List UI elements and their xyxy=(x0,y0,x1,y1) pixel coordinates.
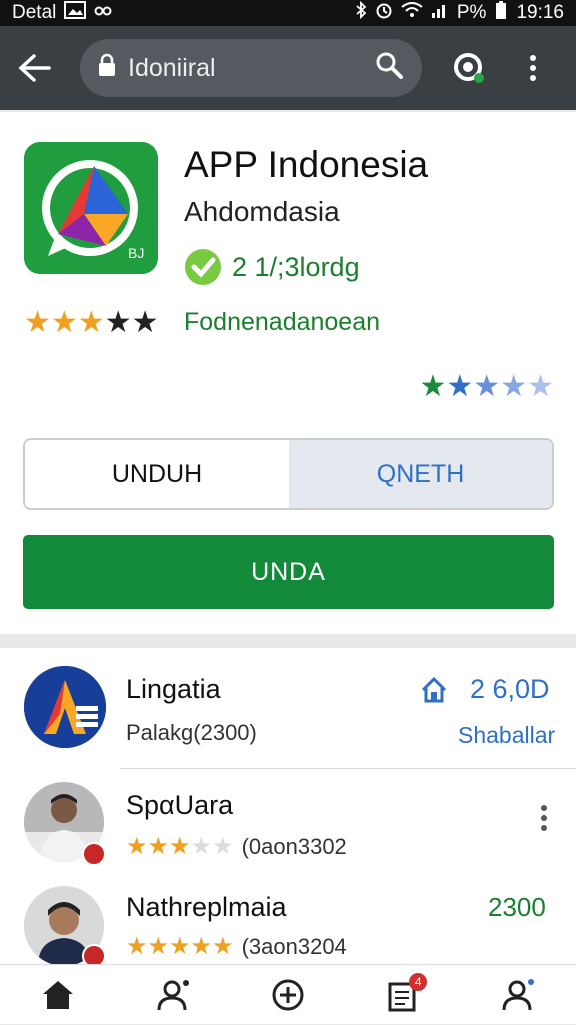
notification-badge xyxy=(82,842,106,866)
star-icon: ★ xyxy=(419,370,447,403)
star-icon: ★ xyxy=(24,306,51,339)
star-icon: ★ xyxy=(190,833,213,860)
gallery-icon xyxy=(64,1,87,25)
profile-status-button[interactable] xyxy=(448,47,490,89)
app-detail-card: BJ APP Indonesia Ahdomdasia 2 1/;3lordg … xyxy=(0,112,576,634)
profile-icon xyxy=(502,978,535,1010)
home-icon xyxy=(42,980,73,1009)
app-logo-icon: BJ xyxy=(42,160,144,261)
search-bar[interactable]: Idoniiral xyxy=(80,39,422,97)
arrow-left-icon xyxy=(18,54,51,82)
verified-row: 2 1/;3lordg xyxy=(184,248,360,286)
star-icon: ★ xyxy=(147,933,170,960)
review-count: (0aon3302 xyxy=(241,834,347,859)
rating-stars: ★ ★ ★ ★ ★ xyxy=(24,308,159,338)
more-vert-icon xyxy=(541,805,547,831)
bluetooth-icon xyxy=(355,0,367,25)
more-options-button[interactable] xyxy=(512,47,554,89)
battery-icon xyxy=(494,0,508,26)
letter-a-logo-icon xyxy=(24,666,106,748)
wifi-icon xyxy=(401,2,423,24)
status-bar: Detal P% 19:16 xyxy=(0,0,576,26)
star-icon: ★ xyxy=(104,306,132,339)
search-text: Idoniiral xyxy=(128,53,216,82)
back-button[interactable] xyxy=(14,47,56,89)
nav-add[interactable] xyxy=(258,965,318,1025)
list-item-title: SpαUara xyxy=(126,790,234,820)
action-segment: UNDUH QNETH xyxy=(23,438,554,510)
star-icon: ★ xyxy=(147,833,170,860)
list-item-rating: ★ ★ ★ ★ ★ (3aon3204 xyxy=(126,934,347,960)
more-vert-icon xyxy=(530,55,536,81)
app-logo xyxy=(24,666,106,748)
price-text: 2 6,0D xyxy=(470,674,550,704)
nav-home[interactable] xyxy=(28,965,88,1025)
voicemail-icon xyxy=(94,2,112,24)
star-icon: ★ xyxy=(169,933,191,960)
account-circle-icon xyxy=(454,53,484,83)
star-icon: ★ xyxy=(190,933,213,960)
star-icon: ★ xyxy=(77,306,105,339)
star-icon: ★ xyxy=(126,833,148,860)
list-item-title: Nathreplmaia xyxy=(126,892,287,922)
home-icon xyxy=(420,676,448,709)
add-circle-icon xyxy=(272,979,304,1010)
status-label: Detal xyxy=(12,2,57,23)
oneth-button[interactable]: QNETH xyxy=(289,440,552,508)
star-icon: ★ xyxy=(131,306,159,339)
star-icon: ★ xyxy=(500,370,528,403)
nav-account[interactable] xyxy=(143,965,203,1025)
verified-text: 2 1/;3lordg xyxy=(232,251,360,282)
app-icon[interactable]: BJ xyxy=(24,142,158,274)
item-value: 2300 xyxy=(488,892,546,922)
star-icon: ★ xyxy=(446,370,474,403)
app-title: APP Indonesia xyxy=(184,144,429,185)
review-count: (3aon3204 xyxy=(241,934,347,959)
top-toolbar: Idoniiral xyxy=(0,26,576,110)
search-icon[interactable] xyxy=(374,50,404,87)
star-icon: ★ xyxy=(212,833,234,860)
divider xyxy=(120,768,576,769)
clock: 19:16 xyxy=(516,2,564,23)
star-icon: ★ xyxy=(169,833,191,860)
unduh-button[interactable]: UNDUH xyxy=(25,440,289,508)
star-icon: ★ xyxy=(126,933,148,960)
verified-check-icon xyxy=(185,249,221,285)
item-more-button[interactable] xyxy=(538,802,550,839)
alarm-icon xyxy=(375,1,393,25)
rating-stars-secondary: ★ ★ ★ ★ ★ xyxy=(419,372,554,402)
nav-profile[interactable] xyxy=(488,965,548,1025)
install-button[interactable]: UNDA xyxy=(23,535,554,609)
svg-text:BJ: BJ xyxy=(128,245,144,261)
nav-library[interactable]: 4 xyxy=(373,965,433,1025)
list-item-title: Lingatia xyxy=(126,674,221,704)
list-item[interactable]: Lingatia Palakg(2300) 2 6,0D Shaballar xyxy=(0,648,576,768)
developer-name[interactable]: Ahdomdasia xyxy=(184,196,340,228)
battery-text: P% xyxy=(456,2,487,23)
star-icon: ★ xyxy=(473,370,501,403)
star-icon: ★ xyxy=(212,933,234,960)
person-icon xyxy=(157,979,189,1010)
details-link[interactable]: Shaballar xyxy=(458,722,555,749)
star-icon: ★ xyxy=(50,306,78,339)
star-icon: ★ xyxy=(527,370,554,403)
category-link[interactable]: Fodnenadanoean xyxy=(184,308,380,337)
bottom-navigation: 4 xyxy=(0,964,576,1024)
notification-count: 4 xyxy=(409,972,428,991)
list-item-subtitle: Palakg(2300) xyxy=(126,720,257,745)
signal-icon xyxy=(431,2,449,24)
related-list: Lingatia Palakg(2300) 2 6,0D Shaballar S… xyxy=(0,648,576,968)
list-item-rating: ★ ★ ★ ★ ★ (0aon3302 xyxy=(126,834,347,860)
lock-icon xyxy=(98,53,116,84)
